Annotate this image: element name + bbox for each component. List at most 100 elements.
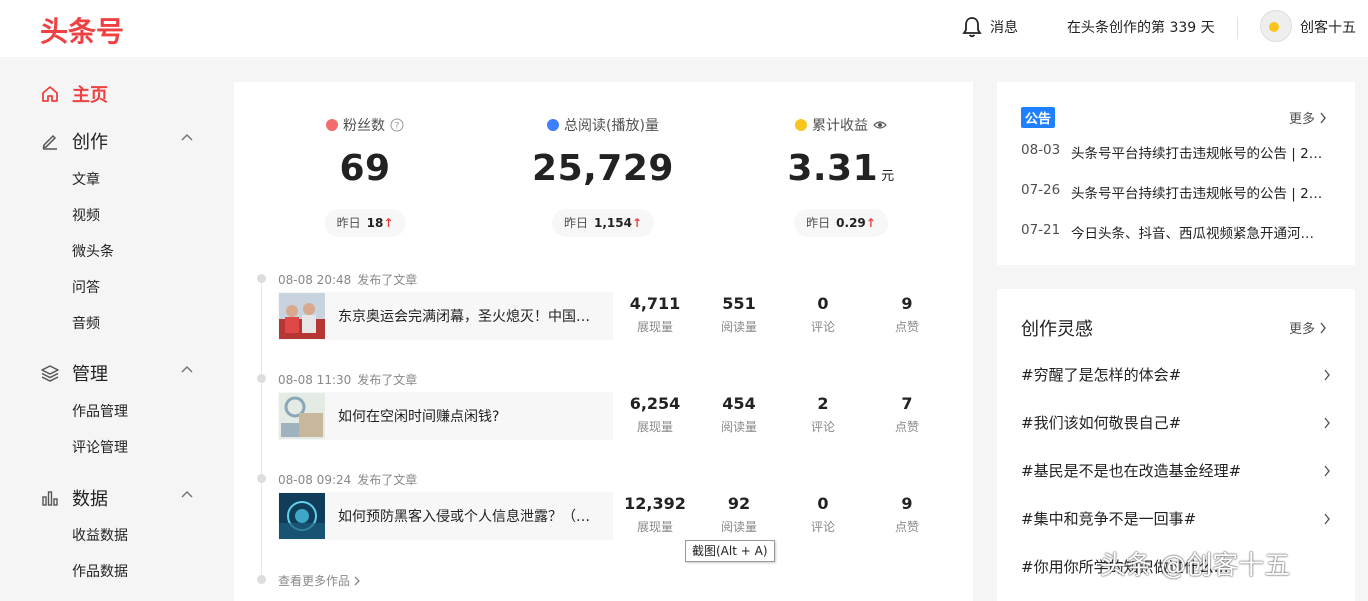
logo[interactable]: 头条号	[40, 10, 124, 50]
stat-yesterday: 昨日 18↑	[324, 209, 406, 237]
chevron-right-icon	[1320, 112, 1326, 123]
stat-value: 25,729	[532, 148, 674, 189]
topic-item[interactable]: #穷醒了是怎样的体会#	[1021, 364, 1331, 385]
header-divider	[1237, 17, 1238, 39]
chevron-right-icon	[1324, 369, 1330, 380]
publish-time: 08-08 09:24	[278, 473, 352, 487]
metric-reads: 92 阅读量	[720, 494, 757, 534]
coin-icon	[795, 119, 807, 131]
trend-up-icon: ↑	[383, 216, 394, 230]
trend-up-icon: ↑	[865, 216, 876, 230]
metric-impressions: 6,254 展现量	[629, 394, 681, 434]
sidebar-group-label: 管理	[72, 364, 108, 385]
metric-reads: 454 阅读量	[720, 394, 757, 434]
stat-label: 总阅读(播放)量	[564, 118, 659, 134]
stat-unit: 元	[881, 169, 895, 184]
notice-panel: 公告 更多 08-03 头条号平台持续打击违规帐号的公告 | 2… 07-26 头条…	[997, 82, 1355, 265]
sidebar-group-label: 创作	[72, 132, 108, 153]
chevron-right-icon	[1324, 465, 1330, 476]
bar-chart-icon	[40, 488, 60, 508]
publish-action: 发布了文章	[357, 273, 418, 287]
article-card[interactable]: 如何在空闲时间赚点闲钱?	[278, 392, 613, 440]
top-header: 头条号 消息 在头条创作的第 339 天 创客十五	[0, 0, 1368, 57]
timeline-dot	[257, 474, 266, 483]
metric-impressions: 4,711 展现量	[629, 294, 681, 334]
help-icon[interactable]: ?	[390, 118, 404, 132]
metric-likes: 9 点赞	[894, 494, 919, 534]
article-thumbnail	[279, 493, 325, 539]
article-card[interactable]: 如何预防黑客入侵或个人信息泄露？（…	[278, 492, 613, 540]
metric-impressions: 12,392 展现量	[624, 494, 686, 534]
notice-item[interactable]: 08-03 头条号平台持续打击违规帐号的公告 | 2…	[1021, 142, 1329, 162]
avatar[interactable]	[1260, 10, 1292, 42]
publish-time: 08-08 20:48	[278, 273, 352, 287]
messages-button[interactable]: 消息	[962, 16, 1018, 38]
sidebar-item-article[interactable]: 文章	[72, 169, 100, 189]
trend-up-icon: ↑	[631, 216, 643, 230]
sidebar-item-home[interactable]: 主页	[40, 81, 108, 107]
sidebar-item-micro[interactable]: 微头条	[72, 241, 114, 261]
article-thumbnail	[279, 393, 325, 439]
article-title: 如何预防黑客入侵或个人信息泄露？（…	[338, 509, 590, 525]
eye-icon[interactable]	[873, 119, 887, 131]
stat-yesterday: 昨日 1,154↑	[551, 209, 655, 237]
article-card[interactable]: 东京奥运会完满闭幕，圣火熄灭！中国…	[278, 292, 613, 340]
chevron-up-icon[interactable]	[180, 131, 194, 145]
chevron-up-icon[interactable]	[180, 488, 194, 502]
notice-item[interactable]: 07-21 今日头条、抖音、西瓜视频紧急开通河…	[1021, 222, 1329, 242]
sidebar-item-works[interactable]: 作品管理	[72, 401, 128, 421]
pen-icon	[40, 131, 60, 151]
inspiration-title: 创作灵感	[1021, 319, 1093, 340]
fans-icon	[326, 119, 338, 131]
home-icon	[40, 84, 60, 104]
metric-likes: 7 点赞	[894, 394, 919, 434]
stat-value: 3.31	[787, 148, 879, 189]
screenshot-tooltip: 截图(Alt + A)	[685, 540, 775, 562]
article-title: 如何在空闲时间赚点闲钱?	[338, 409, 500, 425]
sidebar-item-qa[interactable]: 问答	[72, 277, 100, 297]
timeline-item: 08-08 11:30 发布了文章 如何在空闲时间赚点闲钱? 6,254 展现量 4…	[234, 373, 973, 464]
stat-label: 粉丝数	[343, 118, 385, 134]
sidebar-group-data[interactable]: 数据	[40, 485, 200, 511]
chevron-right-icon	[1320, 322, 1326, 333]
notice-item[interactable]: 07-26 头条号平台持续打击违规帐号的公告 | 2…	[1021, 182, 1329, 202]
metric-reads: 551 阅读量	[720, 294, 757, 334]
article-title: 东京奥运会完满闭幕，圣火熄灭！中国…	[338, 309, 590, 325]
notice-badge: 公告	[1021, 107, 1056, 128]
article-thumbnail	[279, 293, 325, 339]
chevron-right-icon	[1324, 513, 1330, 524]
layers-icon	[40, 363, 60, 383]
username[interactable]: 创客十五	[1300, 17, 1356, 37]
sidebar-item-video[interactable]: 视频	[72, 205, 100, 225]
sidebar-item-audio[interactable]: 音频	[72, 313, 100, 333]
topic-item[interactable]: #集中和竞争不是一回事#	[1021, 508, 1331, 529]
chevron-up-icon[interactable]	[180, 363, 194, 377]
sidebar-item-works-data[interactable]: 作品数据	[72, 561, 128, 581]
timeline-dot	[257, 575, 266, 584]
sidebar-item-income-data[interactable]: 收益数据	[72, 525, 128, 545]
stat-value: 69	[339, 148, 391, 189]
timeline-item: 08-08 20:48 发布了文章 东京奥运会完满闭幕，圣火熄灭！中国… 4,71…	[234, 273, 973, 364]
messages-label: 消息	[990, 20, 1018, 36]
publish-time: 08-08 11:30	[278, 373, 352, 387]
notice-more-link[interactable]: 更多	[1289, 108, 1327, 127]
topic-item[interactable]: #基民是不是也在改造基金经理#	[1021, 460, 1331, 481]
reads-icon	[547, 119, 560, 131]
metric-comments: 2 评论	[810, 394, 835, 434]
topic-item[interactable]: #我们该如何敬畏自己#	[1021, 412, 1331, 433]
inspiration-more-link[interactable]: 更多	[1289, 318, 1327, 337]
sidebar-item-comments[interactable]: 评论管理	[72, 437, 128, 457]
bell-icon	[962, 17, 982, 38]
sidebar: 主页 创作 文章 视频 微头条 问答 音频 管理 作品管理 评论管理 数据 收益…	[0, 57, 234, 601]
metric-likes: 9 点赞	[894, 294, 919, 334]
sidebar-group-create[interactable]: 创作	[40, 128, 200, 154]
metric-comments: 0 评论	[810, 494, 835, 534]
svg-text:?: ?	[395, 122, 400, 132]
view-more-works-link[interactable]: 查看更多作品	[278, 572, 361, 589]
timeline-item: 08-08 09:24 发布了文章 如何预防黑客入侵或个人信息泄露？（… 12,3…	[234, 473, 973, 564]
sidebar-group-manage[interactable]: 管理	[40, 360, 200, 386]
timeline-dot	[257, 274, 266, 283]
chevron-right-icon	[1324, 417, 1330, 428]
main-dashboard: 粉丝数 ? 69 昨日 18↑ 总阅读(播放)量 25,729 昨日 1,154↑ …	[234, 82, 973, 601]
metric-comments: 0 评论	[810, 294, 835, 334]
